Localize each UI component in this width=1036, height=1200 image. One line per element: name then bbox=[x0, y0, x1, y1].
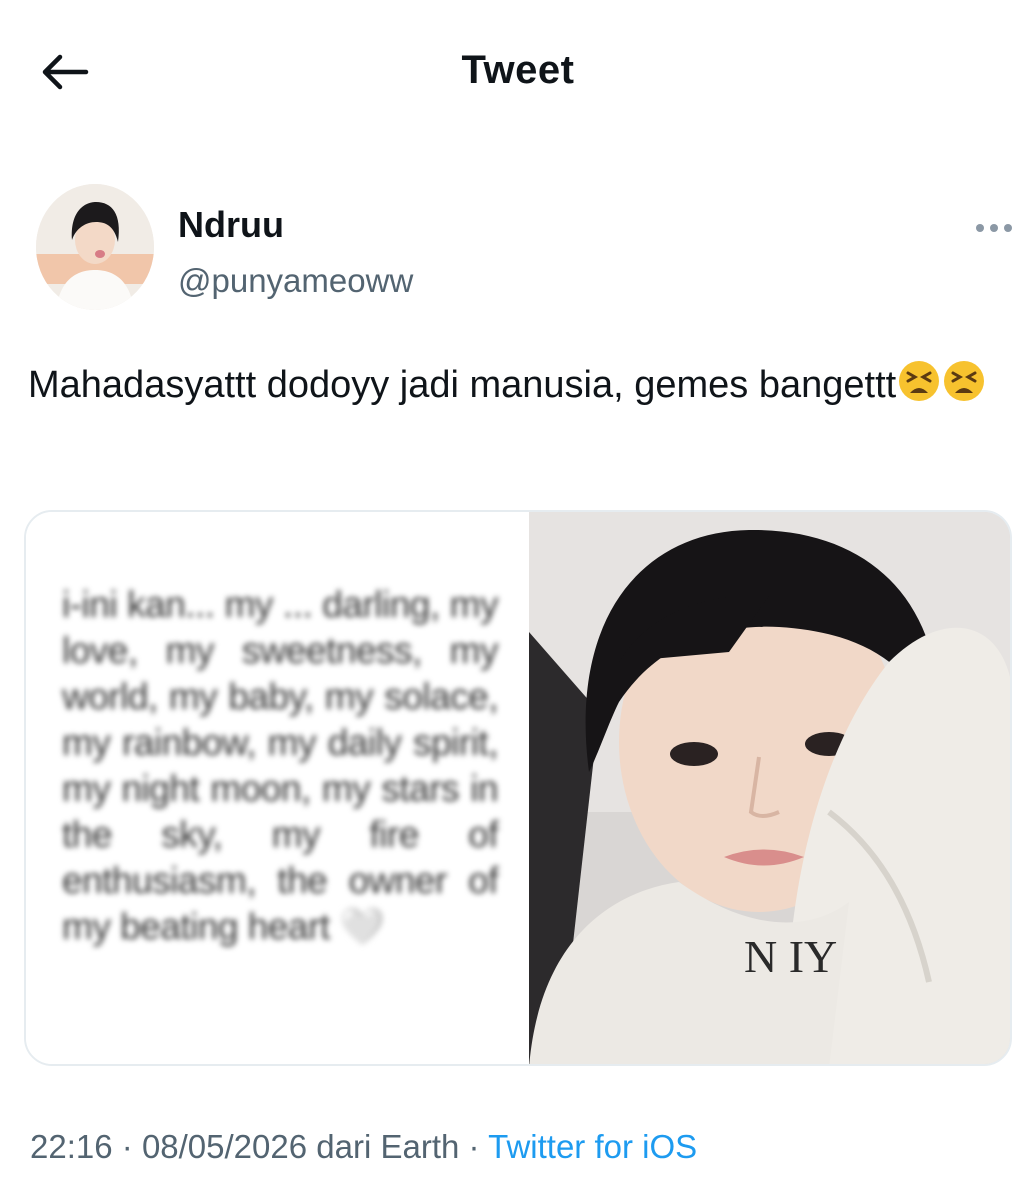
tweet-author: Ndruu @punyameoww bbox=[36, 184, 1016, 314]
tweet-metadata: 22:16 · 08/05/2026 dari Earth · Twitter … bbox=[30, 1128, 697, 1166]
selfie-photo: N IY bbox=[529, 512, 1010, 1064]
media-image-text[interactable]: i-ini kan... my ... darling, my love, my… bbox=[26, 512, 529, 1064]
tweet-media[interactable]: i-ini kan... my ... darling, my love, my… bbox=[24, 510, 1012, 1066]
tweet-body: Mahadasyattt dodoyy jadi manusia, gemes … bbox=[28, 364, 897, 406]
page-title: Tweet bbox=[461, 48, 575, 92]
media-caption-text: i-ini kan... my ... darling, my love, my… bbox=[62, 584, 499, 947]
tweet-source-link[interactable]: Twitter for iOS bbox=[488, 1128, 697, 1165]
media-image-photo[interactable]: N IY bbox=[529, 512, 1010, 1064]
meta-separator: · bbox=[121, 1128, 133, 1165]
tired-face-emoji bbox=[942, 359, 986, 420]
avatar[interactable] bbox=[36, 184, 154, 310]
top-bar: Tweet bbox=[0, 0, 1036, 150]
shirt-letters: N IY bbox=[744, 931, 837, 982]
more-button[interactable] bbox=[972, 216, 1016, 240]
more-horizontal-icon bbox=[976, 224, 1012, 232]
meta-separator: · bbox=[468, 1128, 480, 1165]
tweet-time: 22:16 bbox=[30, 1128, 113, 1165]
avatar-photo bbox=[36, 184, 154, 310]
display-name[interactable]: Ndruu bbox=[178, 204, 284, 246]
tweet-location: dari Earth bbox=[316, 1128, 460, 1165]
tweet-date: 08/05/2026 bbox=[141, 1128, 308, 1165]
tweet-text: Mahadasyattt dodoyy jadi manusia, gemes … bbox=[28, 356, 988, 420]
tired-face-emoji bbox=[897, 359, 941, 420]
user-handle[interactable]: @punyameoww bbox=[178, 262, 413, 300]
